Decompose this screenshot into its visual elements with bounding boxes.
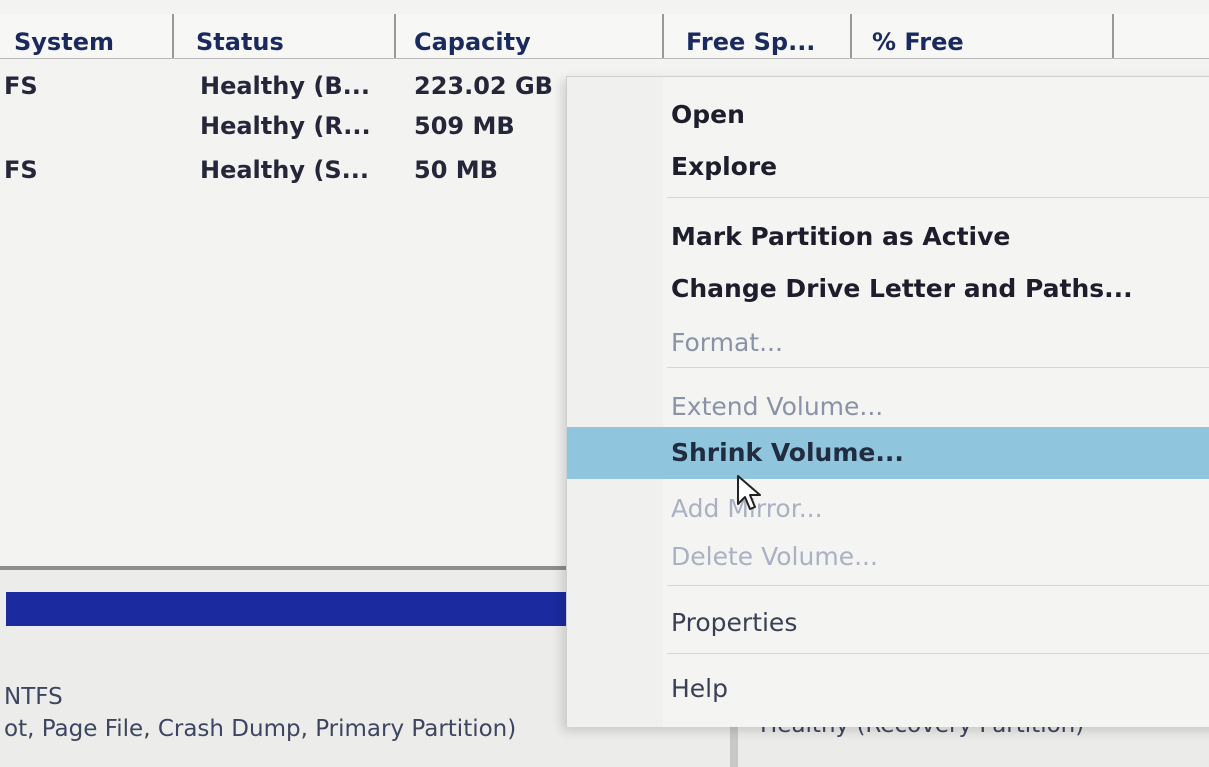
status-cell: Healthy (R... <box>200 112 371 140</box>
volume-filesystem-label: NTFS <box>4 684 63 710</box>
menu-separator <box>667 197 1209 198</box>
menu-item-extend-volume: Extend Volume... <box>671 392 884 421</box>
disk-management-window: System Status Capacity Free Sp... % Free… <box>0 0 1209 767</box>
menu-separator <box>667 653 1209 654</box>
column-header-percent-free[interactable]: % Free <box>852 14 1114 58</box>
capacity-cell: 509 MB <box>414 112 515 140</box>
column-header-status[interactable]: Status <box>174 14 396 58</box>
menu-item-open[interactable]: Open <box>567 89 1209 141</box>
menu-item-delete-volume: Delete Volume... <box>671 542 878 571</box>
volume-header-bar[interactable] <box>6 592 576 626</box>
menu-item-change-drive-letter[interactable]: Change Drive Letter and Paths... <box>567 263 1209 315</box>
filesystem-cell: FS <box>4 156 38 184</box>
context-menu: Open Explore Mark Partition as Active Ch… <box>566 76 1209 727</box>
pane-splitter[interactable] <box>0 566 578 570</box>
volume-list-header: System Status Capacity Free Sp... % Free <box>0 14 1209 59</box>
status-cell: Healthy (B... <box>200 72 370 100</box>
menu-item-format: Format... <box>671 328 783 357</box>
menu-item-mark-partition-active[interactable]: Mark Partition as Active <box>567 211 1209 263</box>
menu-item-explore[interactable]: Explore <box>567 141 1209 193</box>
menu-item-help[interactable]: Help <box>567 663 1209 715</box>
mouse-pointer-icon <box>737 475 761 510</box>
menu-separator <box>667 367 1209 368</box>
volume-partition-description: ot, Page File, Crash Dump, Primary Parti… <box>4 716 517 742</box>
menu-separator <box>667 585 1209 586</box>
capacity-cell: 50 MB <box>414 156 498 184</box>
column-header-free-space[interactable]: Free Sp... <box>664 14 852 58</box>
status-cell: Healthy (S... <box>200 156 369 184</box>
column-header-capacity[interactable]: Capacity <box>396 14 664 58</box>
capacity-cell: 223.02 GB <box>414 72 553 100</box>
menu-item-shrink-volume[interactable]: Shrink Volume... <box>567 427 1209 479</box>
menu-item-properties[interactable]: Properties <box>567 597 1209 649</box>
menu-item-add-mirror: Add Mirror... <box>671 494 823 523</box>
column-header-filesystem[interactable]: System <box>0 14 174 58</box>
filesystem-cell: FS <box>4 72 38 100</box>
